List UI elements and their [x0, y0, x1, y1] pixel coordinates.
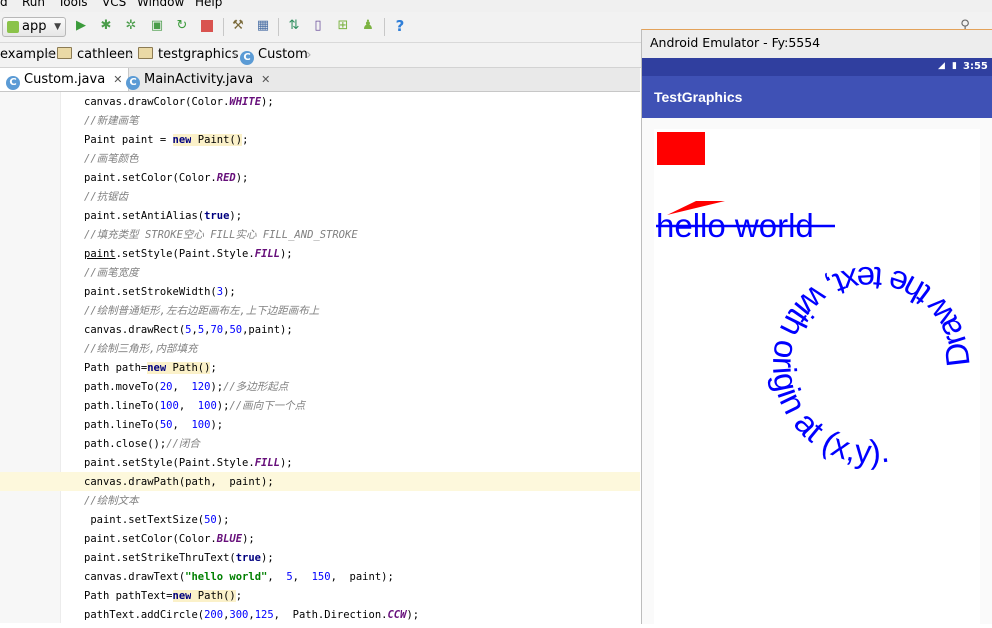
menu-item-run[interactable]: Run: [22, 0, 45, 9]
stop-icon[interactable]: [198, 17, 216, 35]
class-icon: C: [126, 76, 140, 90]
code-comment: //填充类型 STROKE空心 FILL实心 FILL_AND_STROKE: [84, 229, 358, 241]
stop-square: [201, 20, 213, 32]
battery-icon: ▮: [952, 61, 957, 71]
run-configuration-select[interactable]: app ▼: [2, 17, 66, 37]
app-bar: TestGraphics: [642, 76, 992, 118]
drawing-surface: hello world Draw the text, with origin a…: [656, 132, 977, 471]
apply-changes-icon[interactable]: ↻: [173, 17, 191, 35]
breadcrumb-label: testgraphics: [158, 47, 239, 62]
code-line: canvas.drawText("hello world", 5, 150, p…: [84, 571, 394, 583]
avd-manager-icon[interactable]: ▯: [309, 17, 327, 35]
android-status-bar: ◢ ▮ 3:55: [642, 58, 992, 76]
code-line: canvas.drawPath(path, paint);: [84, 476, 274, 488]
menu-item-tools[interactable]: Tools: [58, 0, 88, 9]
breadcrumb-separator-icon: ›: [306, 47, 312, 63]
code-comment: //画笔宽度: [84, 267, 139, 279]
debug-icon[interactable]: ✱: [97, 17, 115, 35]
menu-item-window[interactable]: Window: [137, 0, 184, 9]
code-comment: //绘制普通矩形,左右边距画布左,上下边距画布上: [84, 305, 320, 317]
attach-debugger-icon[interactable]: ✲: [122, 17, 140, 35]
folder-icon: [138, 47, 153, 59]
help-icon[interactable]: ?: [391, 17, 409, 35]
circle-text: Draw the text, with origin at (x,y).: [766, 260, 977, 471]
code-line: paint.setTextSize(50);: [84, 514, 230, 526]
code-line: paint.setStyle(Paint.Style.FILL);: [84, 457, 293, 469]
tab-label: MainActivity.java: [144, 72, 254, 87]
menu-item-help[interactable]: Help: [195, 0, 222, 9]
circle-text-path: Draw the text, with origin at (x,y).: [766, 260, 977, 471]
code-line: paint.setStrikeThruText(true);: [84, 552, 274, 564]
code-comment: //抗锯齿: [84, 191, 129, 203]
menu-bar: d Run Tools VCS Window Help: [0, 0, 992, 12]
code-editor[interactable]: canvas.drawColor(Color.WHITE); //新建画笔 Pa…: [0, 92, 640, 623]
tab-label: Custom.java: [24, 72, 106, 87]
code-line: path.lineTo(50, 100);: [84, 419, 224, 431]
sync-gradle-icon[interactable]: ⇅: [285, 17, 303, 35]
android-app-icon: [7, 21, 19, 33]
code-comment: //新建画笔: [84, 115, 139, 127]
code-line: path.close();//闭合: [84, 438, 200, 450]
toolbar-separator: [384, 18, 385, 36]
breadcrumb-item-cathleen[interactable]: cathleen: [57, 43, 133, 67]
status-time: 3:55: [963, 61, 988, 72]
code-line: canvas.drawRect(5,5,70,50,paint);: [84, 324, 293, 336]
app-screen: hello world Draw the text, with origin a…: [642, 118, 992, 624]
tab-mainactivity-java[interactable]: C MainActivity.java ✕: [120, 68, 276, 91]
breadcrumb-item-testgraphics[interactable]: testgraphics: [138, 43, 239, 67]
toolbar-separator: [223, 18, 224, 36]
coverage-icon[interactable]: ▣: [148, 17, 166, 35]
code-line: paint.setAntiAlias(true);: [84, 210, 243, 222]
run-icon[interactable]: ▶: [72, 17, 90, 35]
android-icon[interactable]: ♟: [359, 17, 377, 35]
class-icon: C: [6, 76, 20, 90]
code-line: paint.setColor(Color.RED);: [84, 172, 249, 184]
code-line: paint.setStrokeWidth(3);: [84, 286, 236, 298]
code-comment: //绘制三角形,内部填充: [84, 343, 198, 355]
breadcrumb-label: cathleen: [77, 47, 134, 62]
breadcrumb-separator-icon: ›: [128, 47, 134, 63]
class-icon: C: [240, 51, 254, 65]
editor-tab-bar: C Custom.java ✕ C MainActivity.java ✕: [0, 68, 640, 92]
breadcrumb-separator-icon: ›: [232, 47, 238, 63]
code-line: canvas.drawColor(Color.WHITE);: [84, 96, 274, 108]
run-configuration-label: app: [22, 19, 47, 34]
breadcrumb-separator-icon: ›: [46, 47, 52, 63]
breadcrumb-item-custom[interactable]: C Custom: [240, 43, 308, 67]
code-line: Path pathText=new Path();: [84, 590, 243, 602]
code-line: pathText.addCircle(200,300,125, Path.Dir…: [84, 609, 420, 621]
signal-icon: ◢: [938, 61, 945, 71]
android-device-monitor-icon[interactable]: ⊞: [334, 17, 352, 35]
folder-icon: [57, 47, 72, 59]
red-rectangle: [657, 132, 705, 165]
close-icon[interactable]: ✕: [261, 73, 270, 86]
toolbar-separator: [278, 18, 279, 36]
tab-custom-java[interactable]: C Custom.java ✕: [0, 68, 130, 91]
code-line: path.lineTo(100, 100);//画向下一个点: [84, 400, 306, 412]
emulator-window: Android Emulator - Fy:5554 ◢ ▮ 3:55 Test…: [641, 29, 992, 624]
custom-view-canvas: hello world Draw the text, with origin a…: [654, 129, 980, 624]
editor-gutter: [0, 92, 61, 623]
sdk-manager-icon[interactable]: ▦: [254, 17, 272, 35]
code-comment: //绘制文本: [84, 495, 139, 507]
code-line: paint.setColor(Color.BLUE);: [84, 533, 255, 545]
project-structure-icon[interactable]: ⚒: [229, 17, 247, 35]
code-line: paint.setStyle(Paint.Style.FILL);: [84, 248, 293, 260]
menu-item-build[interactable]: d: [0, 0, 8, 9]
breadcrumb-label: Custom: [258, 47, 308, 62]
code-line: Paint paint = new Paint();: [84, 134, 249, 146]
code-comment: //画笔颜色: [84, 153, 139, 165]
app-title: TestGraphics: [654, 89, 743, 105]
chevron-down-icon: ▼: [54, 22, 61, 32]
code-line: path.moveTo(20, 120);//多边形起点: [84, 381, 289, 393]
menu-item-vcs[interactable]: VCS: [102, 0, 126, 9]
emulator-title: Android Emulator - Fy:5554: [650, 35, 821, 50]
code-line: Path path=new Path();: [84, 362, 217, 374]
